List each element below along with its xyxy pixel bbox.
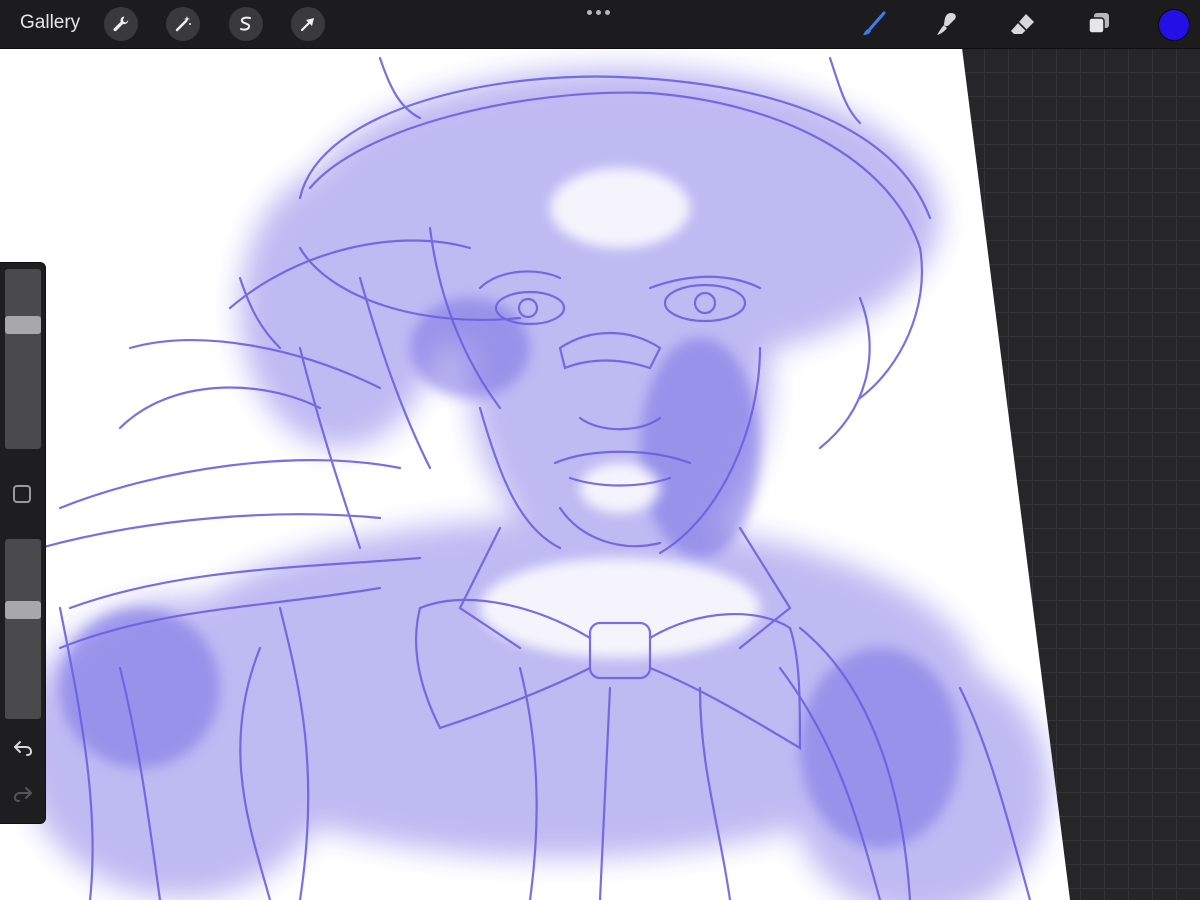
brush-tool-button[interactable]: [858, 8, 890, 40]
selection-s-icon: [240, 16, 251, 31]
redo-icon[interactable]: [12, 783, 34, 805]
opacity-slider[interactable]: [5, 539, 41, 719]
magic-wand-icon: [175, 16, 191, 32]
selection-button[interactable]: [229, 7, 263, 41]
dot-icon: [596, 10, 601, 15]
top-toolbar: Gallery: [0, 0, 1200, 49]
color-picker-button[interactable]: [1158, 9, 1190, 41]
eraser-tool-button[interactable]: [1007, 8, 1039, 40]
artwork-canvas[interactable]: [0, 48, 1200, 900]
actions-button[interactable]: [104, 7, 138, 41]
undo-icon[interactable]: [12, 737, 34, 759]
brush-size-slider[interactable]: [5, 269, 41, 449]
smudge-icon: [937, 13, 956, 35]
smudge-tool-button[interactable]: [931, 8, 963, 40]
left-sidebar: [0, 262, 46, 824]
adjustments-button[interactable]: [166, 7, 200, 41]
brush-icon: [863, 11, 886, 35]
layers-icon: [1088, 13, 1109, 34]
transform-arrow-icon: [300, 18, 314, 32]
opacity-slider-thumb[interactable]: [5, 601, 41, 619]
modify-button[interactable]: [13, 485, 31, 503]
layers-button[interactable]: [1083, 8, 1115, 40]
dot-icon: [605, 10, 610, 15]
more-options-dots[interactable]: [587, 10, 610, 15]
transform-button[interactable]: [291, 7, 325, 41]
eraser-icon: [1011, 14, 1034, 34]
gallery-button[interactable]: Gallery: [20, 12, 80, 34]
wrench-icon: [113, 16, 129, 32]
brush-size-slider-thumb[interactable]: [5, 316, 41, 334]
dot-icon: [587, 10, 592, 15]
